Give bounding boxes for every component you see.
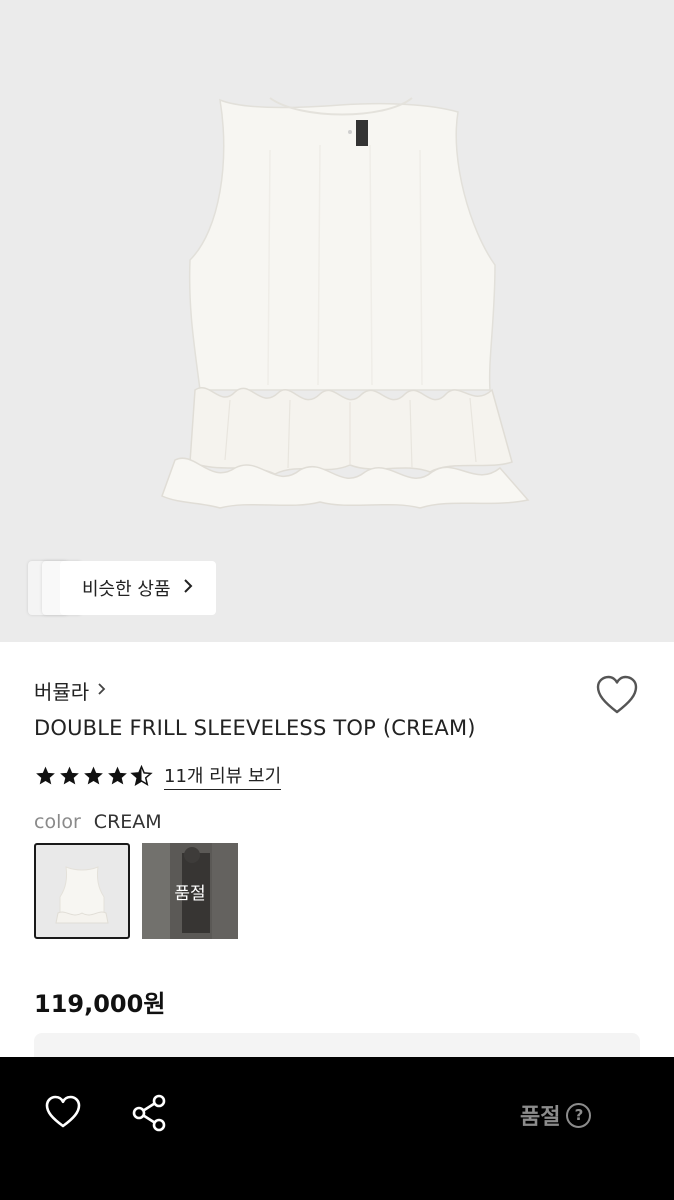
product-price: 119,000원: [34, 990, 166, 1018]
similar-products-label: 비슷한 상품: [82, 579, 171, 600]
color-swatches: 품절: [34, 843, 238, 939]
half-star-icon: [130, 765, 153, 786]
rating: 11개 리뷰 보기: [34, 762, 282, 790]
reviews-link[interactable]: 11개 리뷰 보기: [164, 762, 282, 790]
star-icon: [60, 766, 79, 785]
similar-products-button[interactable]: 비슷한 상품: [60, 561, 216, 615]
heart-icon[interactable]: [44, 1095, 82, 1133]
bottom-action-bar: 품절 ?: [0, 1057, 674, 1200]
soldout-overlay: 품절: [142, 843, 238, 939]
color-label: color: [34, 811, 81, 833]
star-icon: [36, 766, 55, 785]
wishlist-heart-icon[interactable]: [594, 674, 640, 716]
product-title: DOUBLE FRILL SLEEVELESS TOP (CREAM): [34, 716, 476, 740]
chevron-right-icon: [97, 681, 106, 700]
sleeveless-top-image: [161, 97, 530, 509]
color-value: CREAM: [93, 811, 162, 833]
swatch-soldout[interactable]: 품절: [142, 843, 238, 939]
swatch-cream-thumbnail: [55, 866, 109, 924]
star-icon: [84, 766, 103, 785]
chevron-right-icon: [183, 578, 193, 599]
swatch-cream[interactable]: [34, 843, 130, 939]
share-icon[interactable]: [130, 1093, 170, 1137]
star-icon: [108, 766, 127, 785]
brand-name: 버뮬라: [34, 680, 90, 704]
help-icon[interactable]: ?: [566, 1102, 592, 1128]
brand-link[interactable]: 버뮬라: [34, 676, 106, 705]
product-image[interactable]: 비슷한 상품: [0, 0, 674, 642]
color-row: color CREAM: [34, 811, 162, 833]
soldout-label: 품절: [520, 1105, 561, 1130]
star-rating: [34, 765, 154, 787]
soldout-status: 품절 ?: [520, 1099, 592, 1131]
